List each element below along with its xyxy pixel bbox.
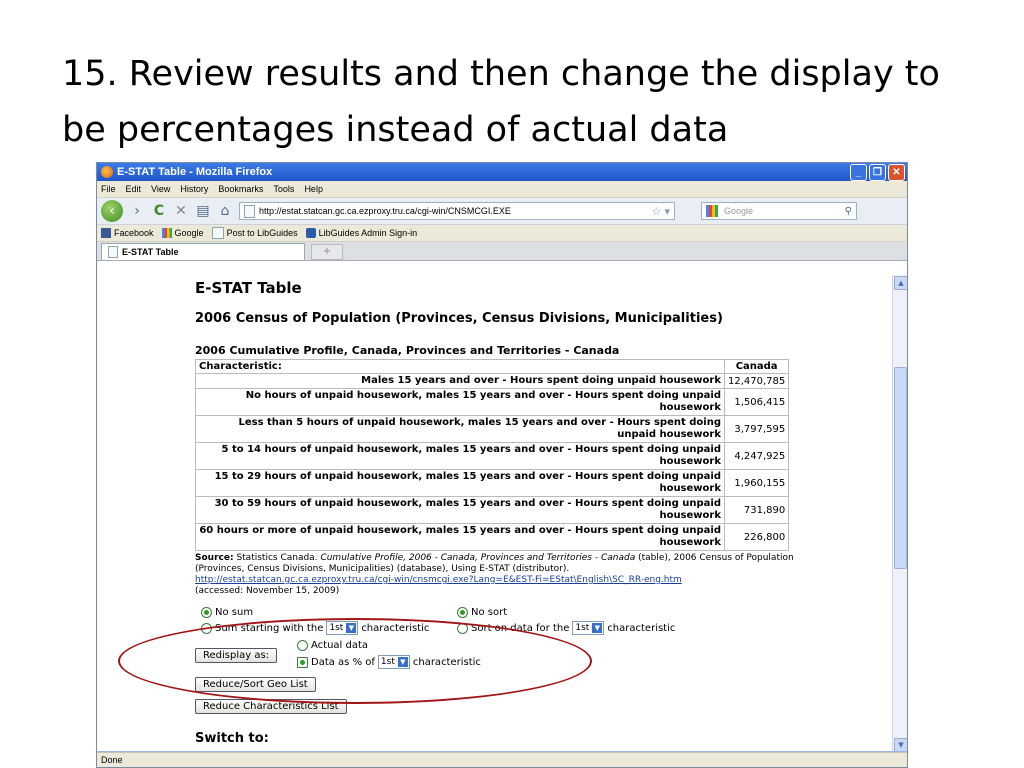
back-arrow-icon[interactable]: ‹ <box>101 200 123 222</box>
address-bar[interactable]: http://estat.statcan.gc.ca.ezproxy.tru.c… <box>239 202 675 220</box>
restore-icon[interactable]: ❐ <box>869 164 886 181</box>
bookmark-facebook[interactable]: Facebook <box>101 228 154 238</box>
page-icon <box>108 246 118 258</box>
bookmark-google[interactable]: Google <box>161 228 204 238</box>
bookmarks-toolbar: Facebook Google Post to LibGuides LibGui… <box>97 225 907 242</box>
menu-edit[interactable]: Edit <box>126 184 142 194</box>
row-value: 3,797,595 <box>723 415 790 443</box>
menu-bar: File Edit View History Bookmarks Tools H… <box>97 181 907 198</box>
row-label: 60 hours or more of unpaid housework, ma… <box>195 523 725 551</box>
table-title: 2006 Cumulative Profile, Canada, Provinc… <box>195 344 620 357</box>
navigation-toolbar: ‹ › C ✕ ▤ ⌂ http://estat.statcan.gc.ca.e… <box>97 198 907 225</box>
slide-title: 15. Review results and then change the d… <box>62 54 940 150</box>
bookmark-star-icon[interactable]: ☆ ▾ <box>652 205 670 218</box>
stop-icon[interactable]: ✕ <box>173 203 189 219</box>
bookmark-label: Post to LibGuides <box>226 228 298 238</box>
firefox-logo-icon <box>101 166 113 178</box>
switch-to-heading: Switch to: <box>195 731 269 746</box>
status-bar: Done <box>97 752 907 767</box>
row-value: 226,800 <box>723 523 790 551</box>
header-canada: Canada <box>723 359 790 374</box>
menu-bookmarks[interactable]: Bookmarks <box>218 184 263 194</box>
forward-arrow-icon[interactable]: › <box>129 203 145 219</box>
menu-history[interactable]: History <box>180 184 208 194</box>
google-logo-icon[interactable] <box>706 205 718 217</box>
bookmark-label: Facebook <box>114 228 154 238</box>
table-row: No hours of unpaid housework, males 15 y… <box>195 388 790 416</box>
menu-file[interactable]: File <box>101 184 116 194</box>
sort-select[interactable]: 1st ▼ <box>572 621 605 635</box>
source-text-1: Statistics Canada. <box>236 553 318 563</box>
page-icon <box>211 227 224 239</box>
sort-value: 1st <box>575 623 590 633</box>
tab-strip: E-STAT Table + <box>97 242 907 261</box>
search-icon[interactable]: ⚲ <box>845 206 852 217</box>
table-row: 5 to 14 hours of unpaid housework, males… <box>195 442 790 470</box>
row-label: 5 to 14 hours of unpaid housework, males… <box>195 442 725 470</box>
row-label: No hours of unpaid housework, males 15 y… <box>195 388 725 416</box>
window-title: E-STAT Table - Mozilla Firefox <box>117 166 273 178</box>
row-value: 1,506,415 <box>723 388 790 416</box>
row-label: Less than 5 hours of unpaid housework, m… <box>195 415 725 443</box>
bookmark-label: Google <box>174 228 204 238</box>
no-sum-label: No sum <box>215 607 254 618</box>
header-characteristic: Characteristic: <box>195 359 725 374</box>
scroll-thumb[interactable] <box>894 367 907 569</box>
scroll-down-icon[interactable]: ▼ <box>894 738 907 752</box>
no-sort-radio[interactable] <box>457 607 468 618</box>
menu-tools[interactable]: Tools <box>273 184 294 194</box>
google-icon <box>161 228 172 238</box>
row-value: 12,470,785 <box>723 373 790 389</box>
source-citation: Source: Statistics Canada. Cumulative Pr… <box>195 553 795 597</box>
scroll-up-icon[interactable]: ▲ <box>894 276 907 290</box>
bookmark-post-libguides[interactable]: Post to LibGuides <box>211 227 298 239</box>
source-accessed: (accessed: November 15, 2009) <box>195 586 340 596</box>
home-icon[interactable]: ⌂ <box>217 203 233 219</box>
tab-label: E-STAT Table <box>122 247 179 257</box>
row-value: 1,960,155 <box>723 469 790 497</box>
table-row: 15 to 29 hours of unpaid housework, male… <box>195 469 790 497</box>
data-table: Characteristic: Canada Males 15 years an… <box>195 359 790 551</box>
row-label: Males 15 years and over - Hours spent do… <box>195 373 725 389</box>
window-titlebar[interactable]: E-STAT Table - Mozilla Firefox _ ❐ ✕ <box>97 163 907 181</box>
minimize-icon[interactable]: _ <box>850 164 867 181</box>
table-row: Males 15 years and over - Hours spent do… <box>195 373 790 389</box>
search-input[interactable]: Google ⚲ <box>701 202 857 220</box>
address-url: http://estat.statcan.gc.ca.ezproxy.tru.c… <box>259 206 511 216</box>
source-link[interactable]: http://estat.statcan.gc.ca.ezproxy.tru.c… <box>195 575 682 585</box>
table-header-row: Characteristic: Canada <box>195 359 790 374</box>
close-icon[interactable]: ✕ <box>888 164 905 181</box>
source-title: Cumulative Profile, 2006 - Canada, Provi… <box>320 553 636 563</box>
annotation-oval <box>118 618 592 704</box>
row-value: 4,247,925 <box>723 442 790 470</box>
row-label: 30 to 59 hours of unpaid housework, male… <box>195 496 725 524</box>
menu-help[interactable]: Help <box>304 184 323 194</box>
bookmark-label: LibGuides Admin Sign-in <box>318 228 418 238</box>
table-row: 60 hours or more of unpaid housework, ma… <box>195 523 790 551</box>
vertical-scrollbar[interactable]: ▲ ▼ <box>892 275 907 753</box>
no-sort-label: No sort <box>471 607 508 618</box>
facebook-icon <box>101 228 111 238</box>
no-sum-radio[interactable] <box>201 607 212 618</box>
new-tab-button[interactable]: + <box>311 244 343 260</box>
no-sum-option[interactable]: No sum <box>201 607 253 618</box>
table-row: Less than 5 hours of unpaid housework, m… <box>195 415 790 443</box>
chevron-down-icon: ▼ <box>592 623 603 633</box>
reload-icon[interactable]: C <box>151 203 167 219</box>
tab-estat-table[interactable]: E-STAT Table <box>101 243 305 260</box>
source-label: Source: <box>195 553 234 563</box>
page-heading: E-STAT Table <box>195 279 302 297</box>
search-placeholder: Google <box>724 206 754 216</box>
bookmark-libguides-admin[interactable]: LibGuides Admin Sign-in <box>305 228 418 238</box>
page-subheading: 2006 Census of Population (Provinces, Ce… <box>195 311 723 326</box>
menu-view[interactable]: View <box>151 184 170 194</box>
sort-suffix-label: characteristic <box>607 622 676 634</box>
print-icon[interactable]: ▤ <box>195 203 211 219</box>
page-icon <box>244 204 255 218</box>
libguides-icon <box>305 228 316 238</box>
no-sort-option[interactable]: No sort <box>457 607 507 618</box>
table-row: 30 to 59 hours of unpaid housework, male… <box>195 496 790 524</box>
row-label: 15 to 29 hours of unpaid housework, male… <box>195 469 725 497</box>
row-value: 731,890 <box>723 496 790 524</box>
